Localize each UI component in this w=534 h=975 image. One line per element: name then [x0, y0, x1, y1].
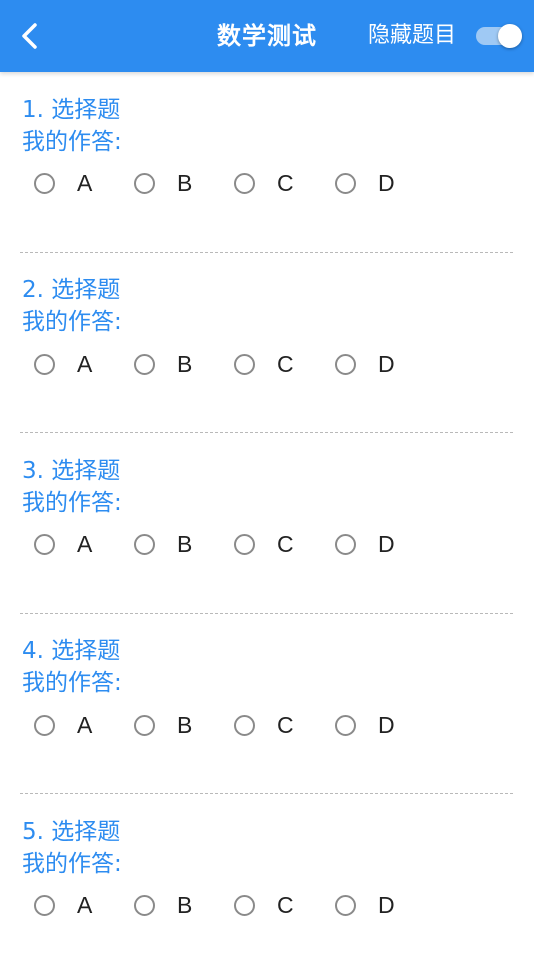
- option-a[interactable]: A: [34, 889, 92, 923]
- my-answer-label: 我的作答:: [22, 128, 122, 155]
- option-label: C: [277, 350, 294, 377]
- radio-icon: [134, 353, 155, 375]
- option-a[interactable]: A: [34, 167, 92, 201]
- option-label: C: [277, 892, 294, 918]
- my-answer-label: 我的作答:: [22, 850, 122, 877]
- option-a[interactable]: A: [34, 528, 92, 562]
- option-c[interactable]: C: [234, 528, 294, 562]
- my-answer-label: 我的作答:: [22, 309, 122, 335]
- option-label: D: [378, 350, 395, 377]
- option-label: A: [77, 350, 93, 377]
- chevron-left-icon: [22, 23, 37, 49]
- option-label: A: [77, 892, 93, 918]
- radio-icon: [34, 714, 55, 736]
- radio-icon: [234, 714, 255, 736]
- option-label: B: [177, 892, 193, 918]
- option-d[interactable]: D: [335, 889, 395, 923]
- option-b[interactable]: B: [134, 708, 192, 742]
- option-d[interactable]: D: [335, 167, 395, 201]
- radio-icon: [234, 173, 255, 194]
- option-c[interactable]: C: [234, 889, 294, 923]
- option-label: A: [77, 531, 93, 557]
- option-label: D: [378, 711, 395, 738]
- radio-icon: [335, 173, 356, 194]
- option-label: D: [378, 531, 395, 557]
- back-button[interactable]: [10, 16, 50, 56]
- option-label: D: [378, 170, 395, 196]
- option-c[interactable]: C: [234, 708, 294, 742]
- option-label: B: [177, 531, 193, 557]
- radio-icon: [234, 534, 255, 555]
- option-label: A: [77, 711, 93, 738]
- radio-icon: [34, 534, 55, 555]
- top-bar: 数学测试 隐藏题目: [0, 0, 534, 72]
- my-answer-label: 我的作答:: [22, 489, 122, 516]
- question-title: 1. 选择题: [22, 96, 121, 123]
- option-b[interactable]: B: [134, 167, 192, 201]
- option-label: B: [177, 711, 193, 738]
- option-d[interactable]: D: [335, 347, 395, 381]
- option-d[interactable]: D: [335, 708, 395, 742]
- radio-icon: [134, 173, 155, 194]
- option-label: C: [277, 711, 294, 738]
- radio-icon: [134, 714, 155, 736]
- radio-icon: [335, 353, 356, 375]
- hide-questions-label: 隐藏题目: [367, 23, 456, 48]
- question-item: 5. 选择题 我的作答: A B C D: [0, 795, 534, 975]
- option-label: C: [277, 531, 294, 557]
- radio-icon: [234, 895, 255, 916]
- radio-icon: [34, 353, 55, 375]
- option-label: A: [77, 170, 93, 196]
- option-b[interactable]: B: [134, 889, 192, 923]
- hide-questions-toggle[interactable]: [476, 24, 522, 48]
- radio-icon: [335, 714, 356, 736]
- radio-icon: [34, 173, 55, 194]
- radio-icon: [134, 895, 155, 916]
- option-a[interactable]: A: [34, 708, 92, 742]
- option-label: B: [177, 170, 193, 196]
- option-label: C: [277, 170, 294, 196]
- question-title: 4. 选择题: [22, 638, 121, 664]
- radio-icon: [34, 895, 55, 916]
- option-label: D: [378, 892, 395, 918]
- radio-icon: [134, 534, 155, 555]
- question-title: 2. 选择题: [22, 277, 121, 303]
- question-item: 4. 选择题 我的作答: A B C D: [0, 614, 534, 794]
- question-list: 1. 选择题 我的作答: A B C D 2. 选择题 我的作答: A B C …: [0, 72, 534, 975]
- question-item: 1. 选择题 我的作答: A B C D: [0, 73, 534, 253]
- option-a[interactable]: A: [34, 347, 92, 381]
- option-b[interactable]: B: [134, 528, 192, 562]
- radio-icon: [335, 534, 356, 555]
- toggle-knob: [498, 24, 522, 48]
- radio-icon: [234, 353, 255, 375]
- option-b[interactable]: B: [134, 347, 192, 381]
- option-label: B: [177, 350, 193, 377]
- question-item: 3. 选择题 我的作答: A B C D: [0, 434, 534, 614]
- option-d[interactable]: D: [335, 528, 395, 562]
- question-item: 2. 选择题 我的作答: A B C D: [0, 253, 534, 433]
- option-c[interactable]: C: [234, 347, 294, 381]
- question-title: 5. 选择题: [22, 818, 121, 845]
- radio-icon: [335, 895, 356, 916]
- my-answer-label: 我的作答:: [22, 670, 122, 696]
- option-c[interactable]: C: [234, 167, 294, 201]
- question-title: 3. 选择题: [22, 457, 121, 484]
